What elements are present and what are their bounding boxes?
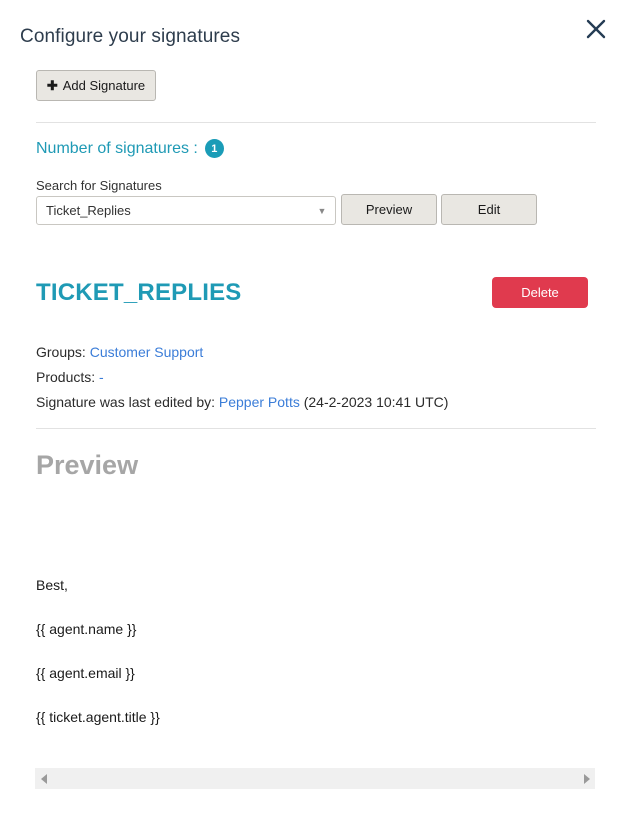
last-edited-timestamp: (24-2-2023 10:41 UTC) — [303, 394, 449, 410]
preview-line: {{ ticket.agent.title }} — [36, 709, 160, 725]
search-signatures-select[interactable]: Ticket_Replies ▼ — [36, 196, 336, 225]
page-title: Configure your signatures — [20, 26, 241, 47]
preview-line: {{ agent.name }} — [36, 621, 137, 637]
search-signatures-label: Search for Signatures — [36, 178, 162, 193]
last-edited-label: Signature was last edited by: — [36, 394, 215, 410]
signature-name-heading: TICKET_REPLIES — [36, 279, 242, 306]
plus-icon: ✚ — [46, 78, 58, 93]
signature-metadata: Groups: Customer Support Products: - Sig… — [36, 340, 448, 415]
divider-top — [36, 122, 596, 123]
close-button[interactable] — [581, 14, 611, 44]
caret-left-icon — [40, 773, 47, 784]
signature-count-badge: 1 — [204, 139, 224, 158]
add-signature-button[interactable]: ✚ Add Signature — [36, 70, 156, 101]
last-edited-by-link[interactable]: Pepper Potts — [219, 394, 300, 410]
groups-value-link[interactable]: Customer Support — [90, 344, 204, 360]
search-signatures-value: Ticket_Replies — [46, 203, 131, 218]
groups-row: Groups: Customer Support — [36, 340, 448, 365]
signature-count-label: Number of signatures : — [36, 139, 198, 157]
groups-label: Groups: — [36, 344, 86, 360]
divider-preview — [36, 428, 596, 429]
preview-button[interactable]: Preview — [341, 194, 437, 225]
products-label: Products: — [36, 369, 96, 385]
delete-button[interactable]: Delete — [492, 277, 588, 308]
horizontal-scrollbar[interactable] — [35, 768, 595, 789]
close-icon — [585, 18, 607, 40]
scroll-left-button[interactable] — [35, 768, 52, 789]
edit-button[interactable]: Edit — [441, 194, 537, 225]
products-value: - — [99, 369, 104, 385]
preview-body: Best, {{ agent.name }} {{ agent.email }}… — [36, 577, 576, 725]
chevron-down-icon: ▼ — [317, 205, 327, 216]
caret-right-icon — [583, 773, 590, 784]
preview-line: Best, — [36, 577, 68, 593]
preview-line: {{ agent.email }} — [36, 665, 135, 681]
products-row: Products: - — [36, 365, 448, 390]
scroll-right-button[interactable] — [578, 768, 595, 789]
preview-heading: Preview — [36, 450, 139, 480]
signature-count: Number of signatures : 1 — [36, 139, 224, 158]
last-edited-row: Signature was last edited by: Pepper Pot… — [36, 390, 448, 415]
add-signature-label: Add Signature — [62, 78, 146, 93]
